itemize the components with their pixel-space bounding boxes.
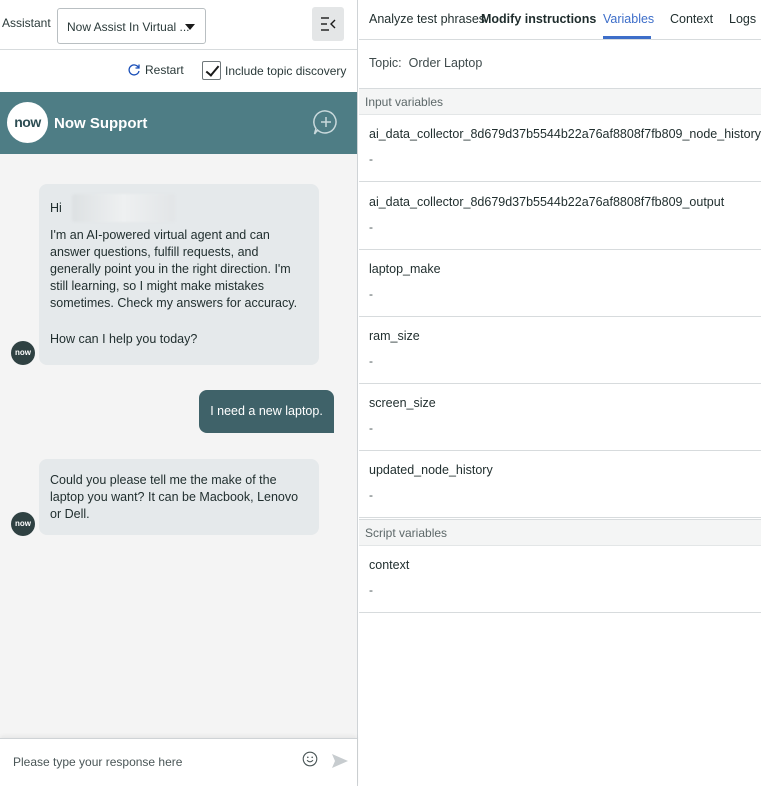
variable-row: ai_data_collector_8d679d37b5544b22a76af8… — [359, 183, 761, 250]
tab-modify-instructions[interactable]: Modify instructions — [481, 12, 596, 26]
restart-icon — [128, 64, 140, 76]
chat-panel: Assistant Now Assist In Virtual ... Rest… — [0, 0, 358, 786]
inspector-panel: Analyze test phrases Modify instructions… — [359, 0, 761, 786]
restart-button[interactable]: Restart — [127, 63, 184, 77]
input-variables-header: Input variables — [359, 88, 761, 115]
chat-header: now Now Support — [0, 92, 357, 154]
tab-analyze-test-phrases[interactable]: Analyze test phrases — [369, 12, 485, 26]
section-title: Input variables — [365, 95, 444, 109]
redacted-user-name — [71, 194, 175, 222]
new-conversation-button[interactable] — [311, 108, 341, 141]
variable-row: ai_data_collector_8d679d37b5544b22a76af8… — [359, 115, 761, 182]
emoji-button[interactable] — [302, 751, 318, 770]
variable-name: ai_data_collector_8d679d37b5544b22a76af8… — [369, 195, 725, 209]
variable-name: ai_data_collector_8d679d37b5544b22a76af8… — [369, 127, 761, 141]
variable-name: context — [369, 558, 410, 572]
chat-title: Now Support — [54, 115, 148, 132]
inspector-tabs: Analyze test phrases Modify instructions… — [359, 0, 761, 40]
user-message: I need a new laptop. — [199, 390, 334, 433]
tab-context[interactable]: Context — [670, 12, 713, 26]
variable-value: - — [369, 354, 373, 368]
tab-logs[interactable]: Logs — [729, 12, 756, 26]
greeting-text: Hi — [50, 200, 62, 215]
variable-value: - — [369, 583, 373, 597]
variable-row: context - — [359, 546, 761, 613]
agent-avatar: now — [11, 512, 35, 536]
script-variables-header: Script variables — [359, 519, 761, 546]
send-icon — [332, 754, 348, 768]
variable-value: - — [369, 152, 373, 166]
agent-avatar: now — [11, 341, 35, 365]
agent-message: Could you please tell me the make of the… — [39, 459, 319, 535]
variable-row: ram_size - — [359, 317, 761, 384]
tab-variables[interactable]: Variables — [603, 12, 654, 26]
active-tab-indicator — [603, 36, 651, 39]
chat-plus-icon — [313, 110, 337, 135]
variable-row: updated_node_history - — [359, 451, 761, 518]
collapse-left-icon — [321, 17, 336, 31]
include-discovery-label: Include topic discovery — [225, 63, 347, 78]
chat-controls: Restart Include topic discovery — [0, 50, 357, 92]
restart-label: Restart — [145, 63, 184, 77]
variable-value: - — [369, 287, 373, 301]
variable-value: - — [369, 421, 373, 435]
topic-name: Order Laptop — [408, 56, 483, 70]
variable-name: ram_size — [369, 329, 420, 343]
now-logo: now — [7, 102, 48, 143]
include-discovery-checkbox[interactable] — [202, 61, 221, 80]
section-title: Script variables — [365, 526, 448, 540]
caret-down-icon — [185, 24, 195, 30]
variable-row: laptop_make - — [359, 250, 761, 317]
assistant-select[interactable]: Now Assist In Virtual ... — [57, 8, 206, 44]
variable-row: screen_size - — [359, 384, 761, 451]
help-question-text: How can I help you today? — [50, 332, 198, 346]
assistant-select-value: Now Assist In Virtual ... — [67, 20, 190, 34]
smiley-icon — [302, 751, 318, 767]
topic-label: Topic: — [369, 56, 402, 70]
agent-message: Hi I'm an AI-powered virtual agent and c… — [39, 184, 319, 365]
collapse-panel-button[interactable] — [312, 7, 344, 41]
message-composer — [0, 738, 357, 786]
intro-text: I'm an AI-powered virtual agent and can … — [50, 228, 298, 310]
variable-name: updated_node_history — [369, 463, 493, 477]
send-button[interactable] — [331, 753, 349, 772]
variable-name: screen_size — [369, 396, 436, 410]
assistant-label: Assistant — [2, 16, 51, 30]
variable-value: - — [369, 488, 373, 502]
assistant-bar: Assistant Now Assist In Virtual ... — [0, 0, 357, 50]
include-discovery-toggle[interactable]: Include topic discovery — [202, 61, 346, 80]
variable-value: - — [369, 220, 373, 234]
message-input[interactable] — [0, 739, 290, 785]
topic-line: Topic: Order Laptop — [369, 56, 482, 70]
variable-name: laptop_make — [369, 262, 441, 276]
